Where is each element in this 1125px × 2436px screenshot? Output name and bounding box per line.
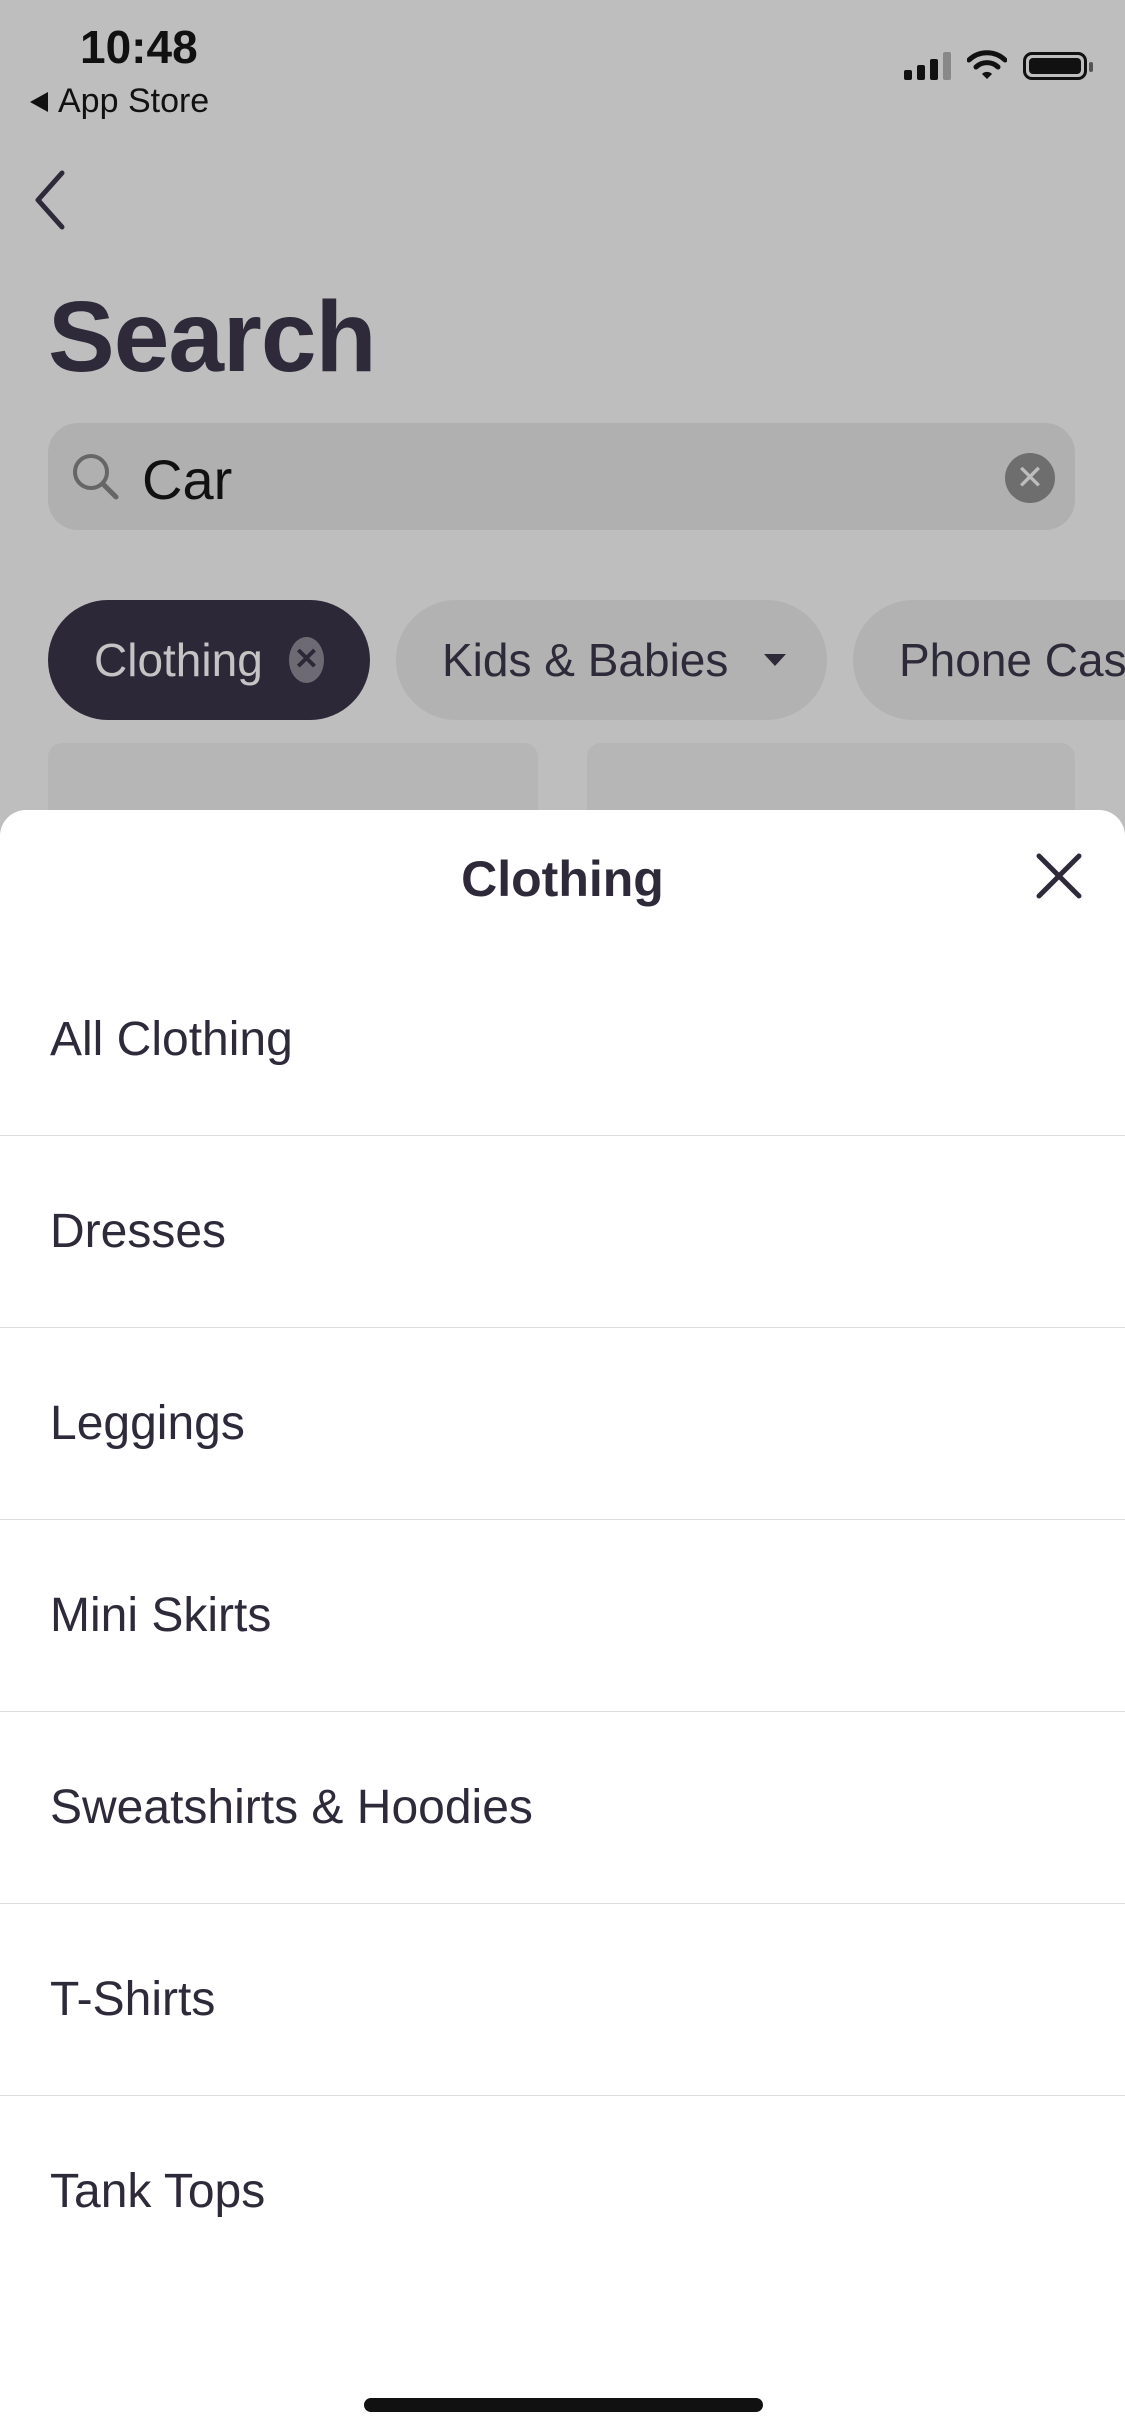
back-chevron-icon[interactable]: [24, 165, 84, 235]
filter-chip-scroller[interactable]: Clothing ✕ Kids & Babies Phone Cases: [0, 600, 1125, 720]
home-indicator[interactable]: [364, 2398, 763, 2412]
search-input[interactable]: Car ✕: [48, 423, 1075, 530]
chip-phone-cases[interactable]: Phone Cases: [853, 600, 1125, 720]
list-item[interactable]: Mini Skirts: [0, 1520, 1125, 1712]
list-item[interactable]: All Clothing: [0, 944, 1125, 1136]
back-triangle-icon: [30, 91, 48, 112]
remove-filter-icon[interactable]: ✕: [288, 637, 324, 683]
close-icon[interactable]: [1029, 846, 1089, 906]
chip-label: Phone Cases: [899, 634, 1125, 686]
back-app-label: App Store: [58, 82, 210, 120]
chip-label: Kids & Babies: [442, 634, 729, 686]
chip-kids-babies[interactable]: Kids & Babies: [396, 600, 827, 720]
signal-icon: [904, 52, 951, 80]
list-item[interactable]: Tank Tops: [0, 2096, 1125, 2287]
chip-clothing[interactable]: Clothing ✕: [48, 600, 370, 720]
search-query[interactable]: Car: [142, 447, 232, 512]
status-icons: [904, 50, 1093, 80]
battery-icon: [1023, 52, 1093, 80]
caret-down-icon: [764, 654, 787, 666]
list-item[interactable]: T-Shirts: [0, 1904, 1125, 2096]
back-to-app-store[interactable]: App Store: [30, 82, 209, 121]
sheet-title: Clothing: [461, 851, 664, 907]
wifi-icon: [967, 50, 1007, 79]
list-item[interactable]: Dresses: [0, 1136, 1125, 1328]
category-sheet: Clothing All Clothing Dresses Leggings M…: [0, 810, 1125, 2436]
status-time: 10:48: [80, 21, 198, 73]
list-item[interactable]: Sweatshirts & Hoodies: [0, 1712, 1125, 1904]
search-icon: [73, 454, 119, 500]
clear-search-button[interactable]: ✕: [1005, 453, 1055, 503]
page-title: Search: [48, 281, 377, 393]
list-item[interactable]: Leggings: [0, 1328, 1125, 1520]
category-list: All Clothing Dresses Leggings Mini Skirt…: [0, 944, 1125, 2287]
chip-label: Clothing: [94, 634, 263, 686]
